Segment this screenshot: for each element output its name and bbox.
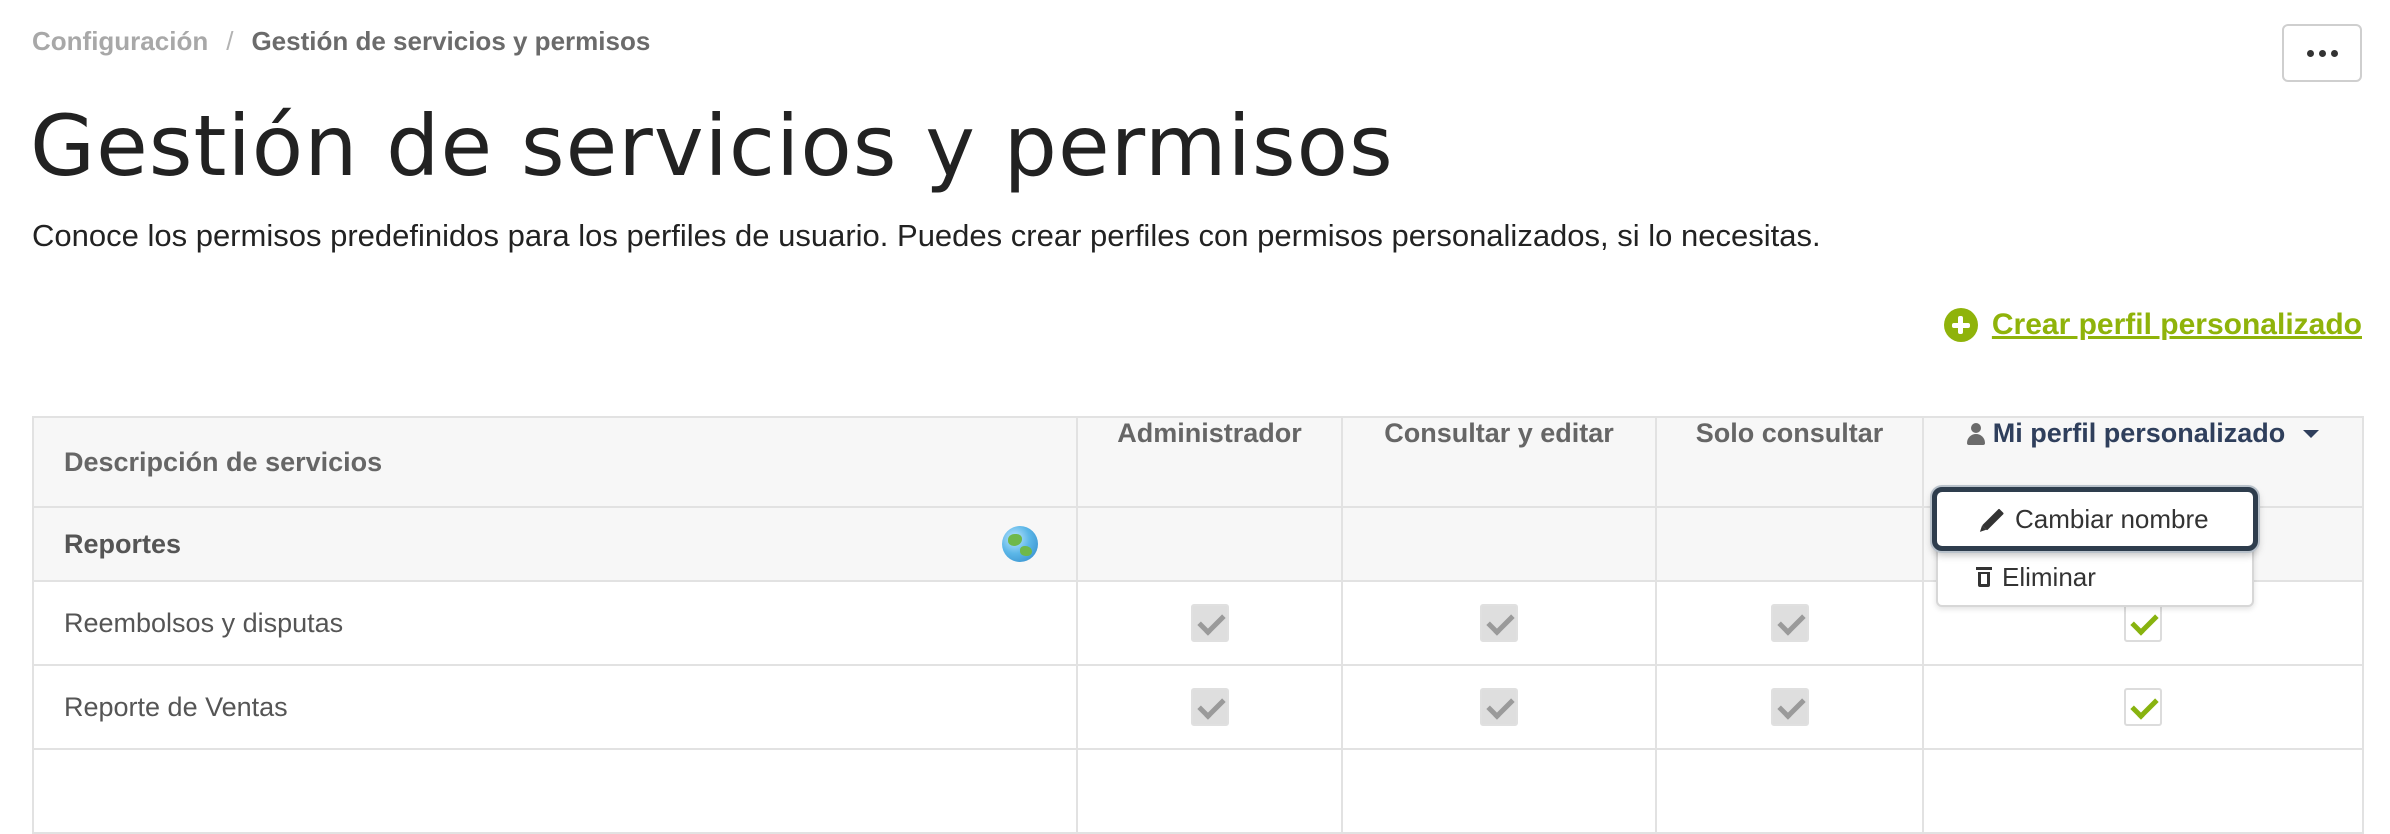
checkbox-edit: [1480, 688, 1518, 726]
table-row: Reporte de Ventas: [32, 664, 2364, 750]
service-label: Reporte de Ventas: [32, 664, 1078, 750]
breadcrumb-current: Gestión de servicios y permisos: [251, 26, 651, 56]
page-title: Gestión de servicios y permisos: [30, 97, 1394, 195]
caret-down-icon: [2303, 429, 2320, 438]
checkbox-view: [1770, 604, 1809, 642]
column-header-admin: Administrador: [1076, 416, 1343, 508]
rename-label: Cambiar nombre: [2015, 503, 2209, 534]
breadcrumb: Configuración / Gestión de servicios y p…: [32, 26, 650, 57]
more-options-button[interactable]: [2282, 24, 2362, 82]
create-custom-profile-link[interactable]: Crear perfil personalizado: [1943, 308, 2362, 342]
checkbox-edit: [1480, 604, 1518, 642]
delete-label: Eliminar: [2002, 561, 2096, 592]
column-header-edit: Consultar y editar: [1341, 416, 1657, 508]
column-header-view: Solo consultar: [1655, 416, 1924, 508]
group-label: Reportes: [64, 528, 182, 559]
rename-menu-item[interactable]: Cambiar nombre: [1932, 487, 2258, 551]
trash-icon: [1976, 567, 1992, 587]
delete-menu-item[interactable]: Eliminar: [1938, 557, 2096, 597]
plus-circle-icon: [1943, 308, 1978, 342]
custom-profile-label: Mi perfil personalizado: [1992, 418, 2286, 448]
service-label: Reembolsos y disputas: [32, 580, 1078, 666]
breadcrumb-link-configuracion[interactable]: Configuración: [32, 26, 208, 57]
pencil-icon: [1982, 508, 2004, 530]
permissions-table: Descripción de servicios Administrador C…: [32, 416, 2364, 834]
page-subtitle: Conoce los permisos predefinidos para lo…: [32, 218, 1821, 253]
column-header-description: Descripción de servicios: [32, 416, 1078, 508]
profile-dropdown-menu: Cambiar nombre Eliminar: [1932, 487, 2258, 607]
breadcrumb-separator: /: [226, 26, 234, 56]
globe-icon: [1002, 526, 1038, 562]
table-row-partial: [32, 748, 2364, 834]
group-cell: Reportes: [32, 506, 1078, 582]
ellipsis-icon: [2306, 49, 2314, 57]
create-custom-profile-label: Crear perfil personalizado: [1991, 308, 2362, 341]
checkbox-view: [1770, 688, 1809, 726]
checkbox-custom[interactable]: [2124, 604, 2162, 642]
checkbox-admin: [1190, 604, 1229, 642]
user-icon: [1966, 422, 1985, 445]
checkbox-custom[interactable]: [2124, 688, 2162, 726]
checkbox-admin: [1190, 688, 1229, 726]
